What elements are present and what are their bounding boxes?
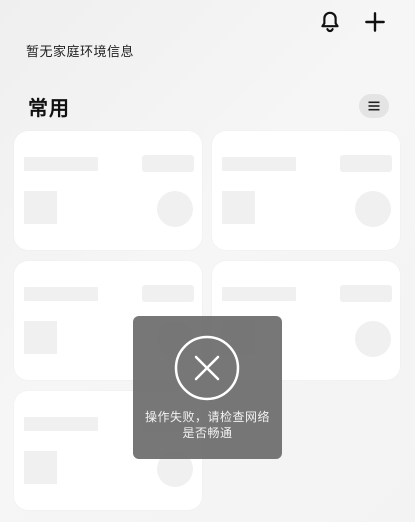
toast-message: 操作失败，请检查网络是否畅通: [144, 410, 270, 440]
skeleton-status: [340, 155, 392, 172]
notification-button[interactable]: [317, 9, 343, 35]
device-card-placeholder[interactable]: [212, 131, 400, 250]
skeleton-status: [142, 155, 194, 172]
top-bar: 暂无家庭环境信息: [0, 0, 415, 90]
skeleton-title: [24, 157, 98, 171]
add-button[interactable]: [362, 9, 388, 35]
skeleton-image: [24, 191, 57, 224]
plus-icon: [365, 12, 385, 32]
skeleton-title: [24, 417, 98, 431]
skeleton-toggle: [157, 191, 193, 227]
close-circle-icon: [174, 335, 240, 401]
skeleton-title: [222, 287, 296, 301]
list-icon: [368, 101, 380, 111]
error-toast: 操作失败，请检查网络是否畅通: [133, 316, 282, 459]
skeleton-image: [222, 191, 255, 224]
skeleton-status: [142, 285, 194, 302]
skeleton-title: [24, 287, 98, 301]
skeleton-title: [222, 157, 296, 171]
skeleton-image: [24, 451, 57, 484]
home-environment-text: 暂无家庭环境信息: [26, 45, 135, 60]
skeleton-image: [24, 321, 57, 354]
bell-icon: [321, 11, 339, 33]
skeleton-toggle: [355, 321, 391, 357]
list-menu-button[interactable]: [359, 94, 389, 118]
skeleton-status: [340, 285, 392, 302]
device-card-placeholder[interactable]: [14, 131, 202, 250]
section-title: 常用: [28, 96, 70, 120]
skeleton-toggle: [355, 191, 391, 227]
